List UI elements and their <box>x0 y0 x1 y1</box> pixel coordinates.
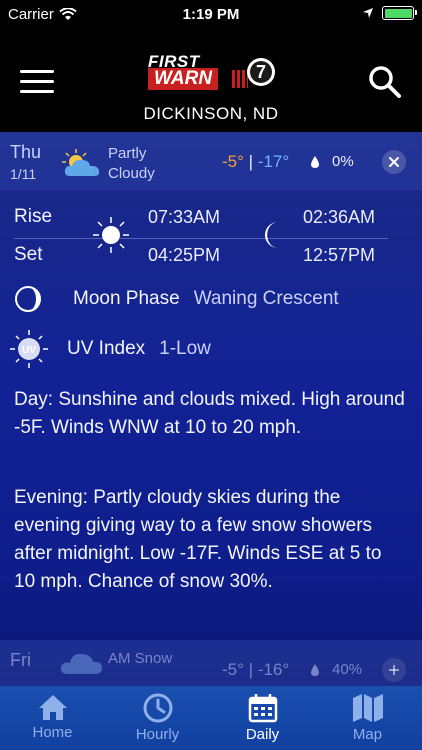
calendar-icon <box>248 694 277 723</box>
hamburger-icon-line <box>20 70 54 73</box>
horizon-line <box>14 238 388 239</box>
uv-icon: UV <box>10 330 48 368</box>
logo-warn-text: WARN <box>148 68 219 90</box>
partly-cloudy-icon <box>62 149 100 176</box>
next-day-condition: AM Snow <box>108 650 173 667</box>
tab-map[interactable]: Map <box>315 686 420 750</box>
condition-text: Partly Cloudy <box>108 144 155 184</box>
hamburger-icon-line <box>20 90 54 93</box>
precip-chance: 0% <box>310 153 354 170</box>
clock-icon <box>143 693 172 723</box>
moonset-time: 12:57PM <box>303 245 376 265</box>
app-header: FIRST WARN 7 DICKINSON, ND <box>0 30 422 132</box>
home-icon <box>38 695 67 720</box>
next-precip: 40% <box>310 661 362 678</box>
tab-home-label: Home <box>32 724 73 741</box>
tab-map-label: Map <box>352 726 383 743</box>
tab-daily-label: Daily <box>245 726 280 743</box>
uv-index-value: 1-Low <box>159 338 211 359</box>
menu-button[interactable] <box>20 70 54 94</box>
daily-detail-panel: Thu 1/11 Partly Cloudy -5° | -17° 0% Ris… <box>0 132 422 686</box>
status-bar: Carrier 1:19 PM <box>0 0 422 30</box>
next-precip-value: 40% <box>332 661 363 678</box>
station-logo: FIRST WARN 7 <box>148 52 278 94</box>
cloud-icon <box>60 653 102 674</box>
tab-hourly[interactable]: Hourly <box>105 686 210 750</box>
next-low-temp: -16° <box>257 660 290 679</box>
raindrop-icon <box>311 155 319 168</box>
uv-badge-text: UV <box>22 345 36 356</box>
next-high-temp: -5° <box>222 660 244 679</box>
precip-value: 0% <box>332 153 354 170</box>
map-icon <box>352 694 383 722</box>
battery-icon <box>382 6 417 20</box>
status-time: 1:19 PM <box>182 6 240 23</box>
crescent-moon-icon <box>265 222 278 248</box>
evening-forecast-text: Evening: Partly cloudy skies during the … <box>14 487 382 592</box>
low-temp: -17° <box>257 152 290 171</box>
logo-channel-number: 7 <box>256 62 266 82</box>
next-day-name: Fri <box>10 650 31 670</box>
search-button[interactable] <box>368 65 402 99</box>
sun-icon <box>93 217 129 253</box>
moon-phase-value: Waning Crescent <box>193 288 339 309</box>
moonrise-time: 02:36AM <box>303 207 376 227</box>
uv-index-row: UV UV Index 1-Low <box>10 328 211 370</box>
day-date: 1/11 <box>10 166 37 182</box>
temp-separator: | <box>248 152 254 171</box>
hamburger-icon-line <box>20 80 54 83</box>
tab-daily[interactable]: Daily <box>210 686 315 750</box>
next-day-row[interactable]: Fri AM Snow -5° | -16° 40% <box>0 640 422 686</box>
plus-icon <box>389 665 399 675</box>
moon-phase-icon <box>15 286 41 312</box>
uv-index-label: UV Index <box>67 338 146 359</box>
search-icon <box>369 66 401 98</box>
sunset-time: 04:25PM <box>148 245 221 265</box>
expand-button[interactable] <box>382 658 406 682</box>
set-label: Set <box>14 244 43 265</box>
moon-phase-row: Moon Phase Waning Crescent <box>14 285 339 313</box>
condition-line-2: Cloudy <box>108 165 155 182</box>
temperature-range: -5° | -17° <box>222 152 289 172</box>
high-temp: -5° <box>222 152 244 171</box>
rise-label: Rise <box>14 206 53 227</box>
sun-moon-times: Rise Set 07:33AM 04:25PM 02:36AM 12:57PM <box>0 202 422 268</box>
moon-phase-label: Moon Phase <box>73 288 180 309</box>
status-right <box>362 6 417 20</box>
location-label: DICKINSON, ND <box>143 104 279 123</box>
condition-line-1: Partly <box>108 145 147 162</box>
day-summary-row[interactable]: Thu 1/11 Partly Cloudy -5° | -17° 0% <box>0 132 422 190</box>
next-temp-separator: | <box>248 660 254 679</box>
tab-bar: Home Hourly Daily Map <box>0 686 422 750</box>
next-day-temps: -5° | -16° <box>222 660 289 680</box>
tab-hourly-label: Hourly <box>135 726 180 743</box>
tab-home[interactable]: Home <box>0 686 105 750</box>
day-name: Thu <box>10 142 42 162</box>
collapse-button[interactable] <box>382 150 406 174</box>
channel-logo-icon: 7 <box>247 58 275 86</box>
raindrop-icon <box>311 663 319 676</box>
sunrise-time: 07:33AM <box>148 207 221 227</box>
location-arrow-icon <box>363 8 373 18</box>
close-icon <box>389 157 399 167</box>
day-forecast-text: Day: Sunshine and clouds mixed. High aro… <box>14 389 405 438</box>
